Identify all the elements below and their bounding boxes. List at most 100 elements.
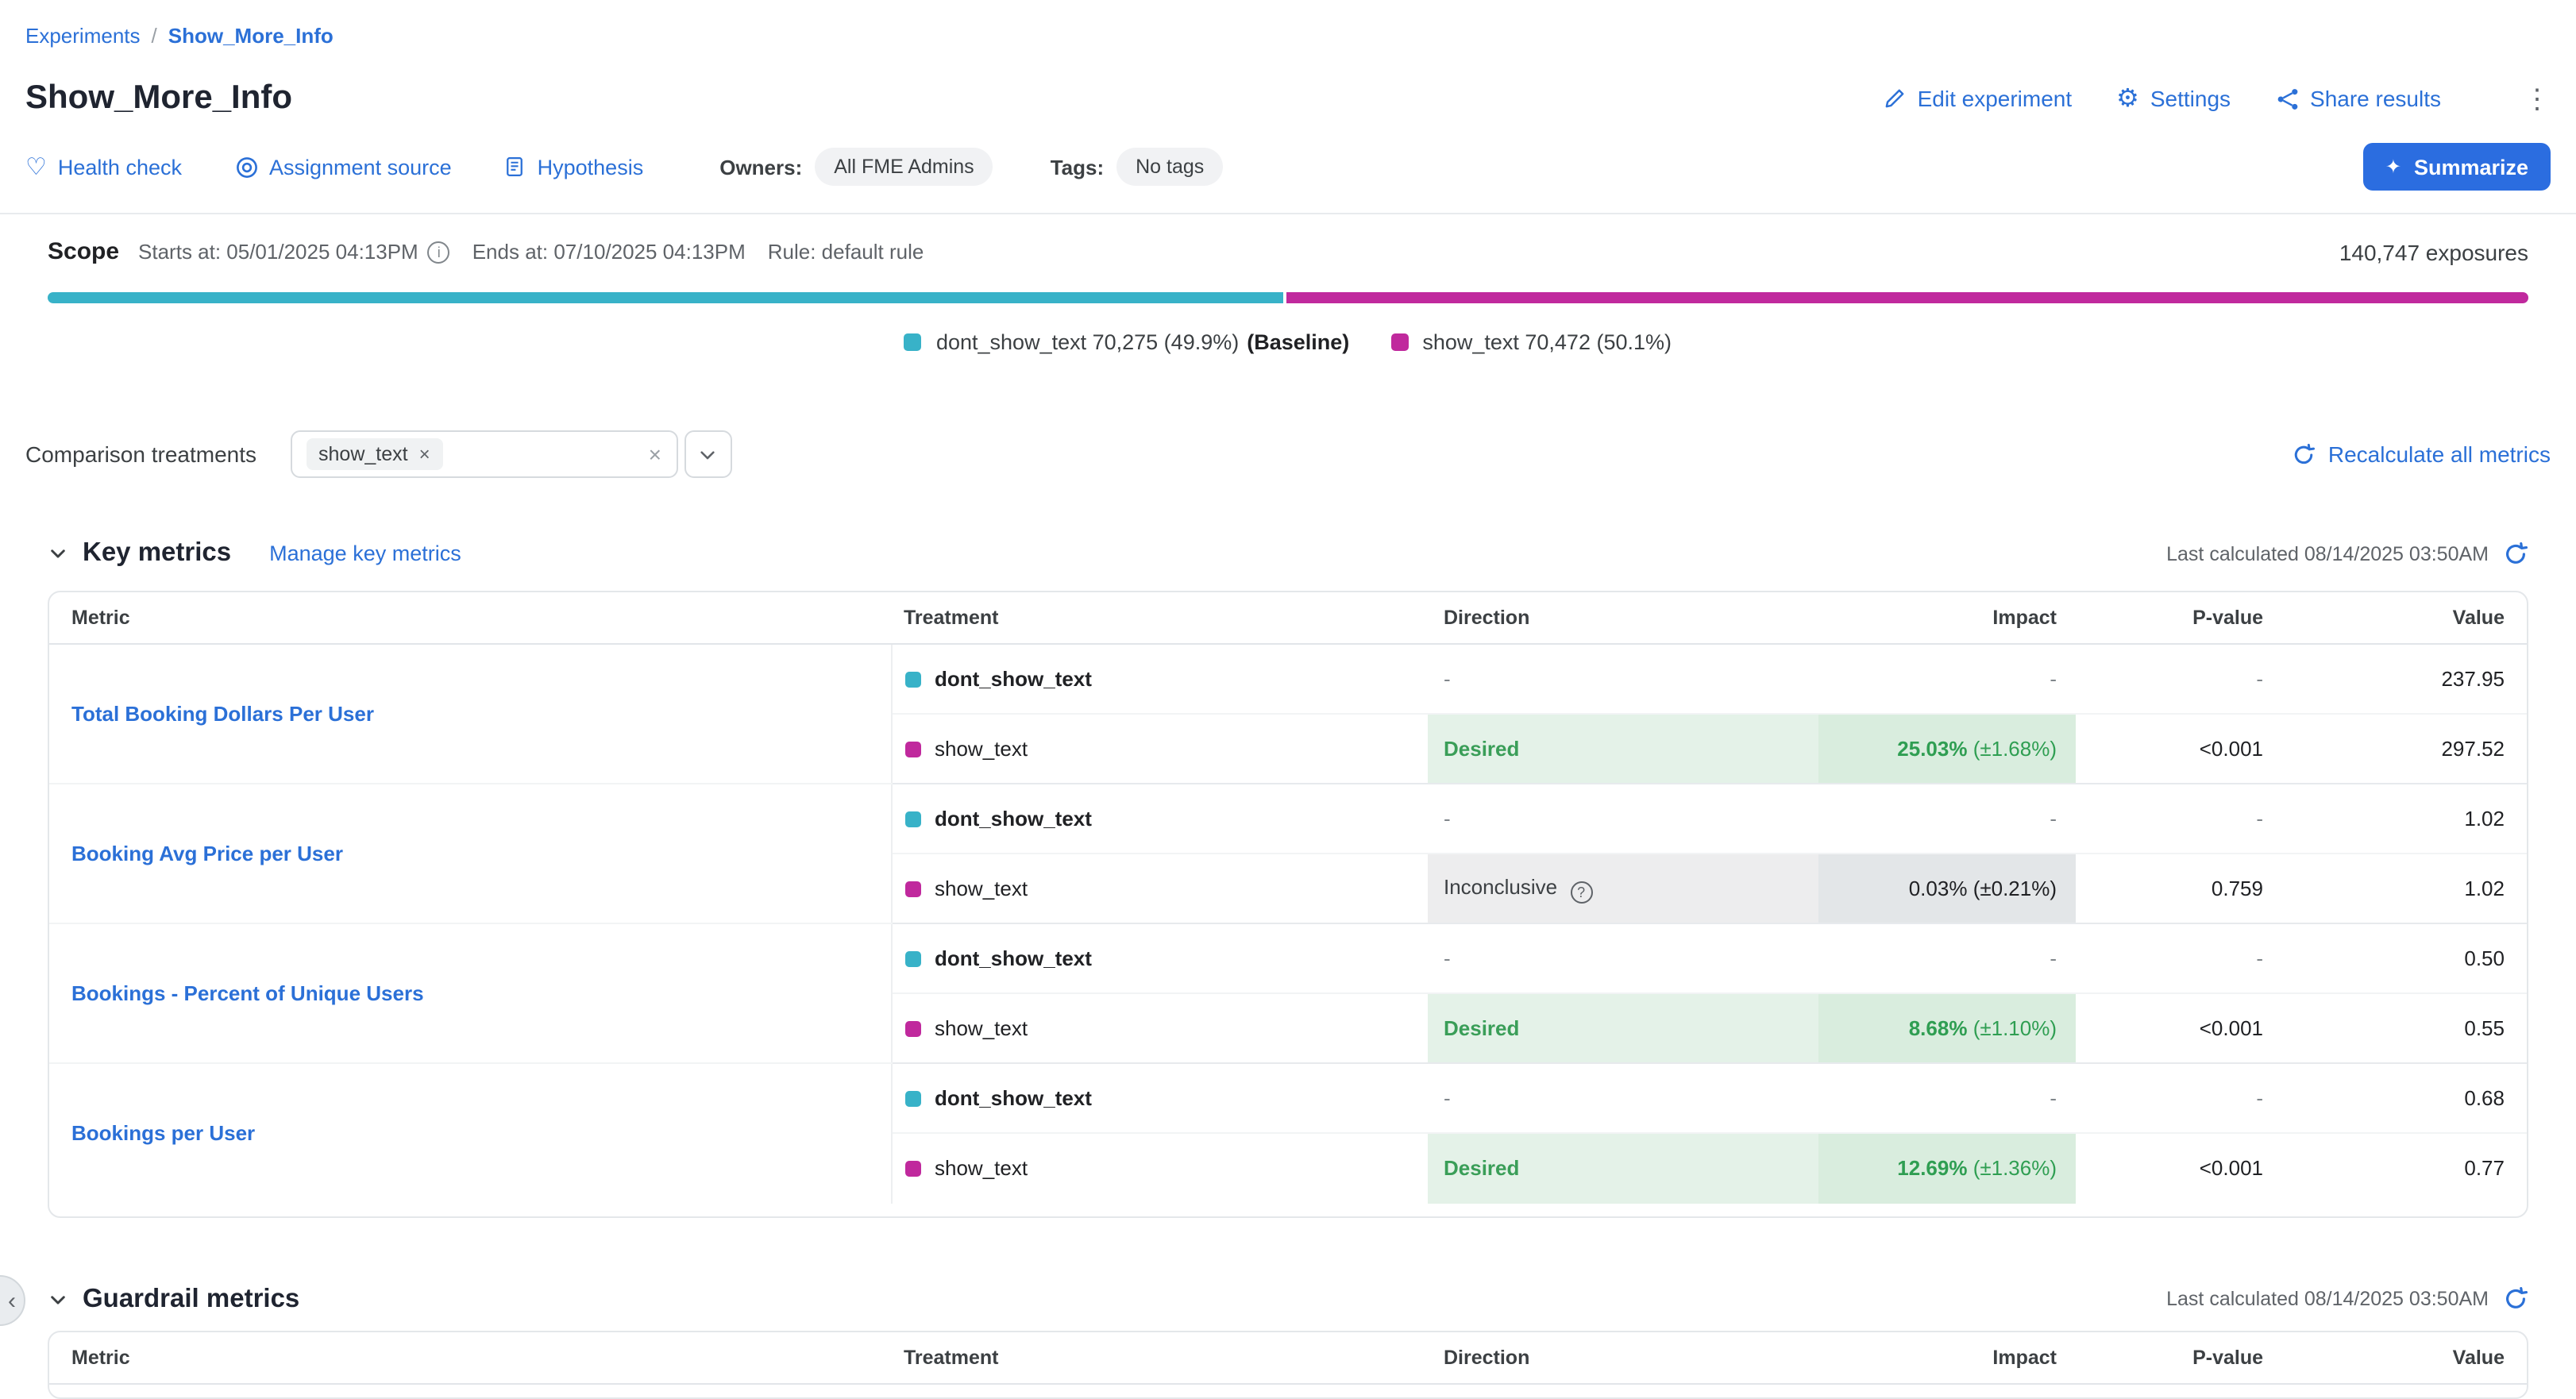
breadcrumb: Experiments / Show_More_Info bbox=[25, 21, 2551, 49]
info-icon[interactable]: i bbox=[428, 241, 450, 263]
metric-link[interactable]: Booking Avg Price per User bbox=[71, 842, 343, 865]
p-value-cell: 0.759 bbox=[2076, 854, 2282, 923]
impact-confidence-interval: (±0.21%) bbox=[1967, 877, 2057, 900]
hypothesis-label: Hypothesis bbox=[538, 155, 644, 179]
impact-value: 12.69% bbox=[1897, 1157, 1967, 1181]
recalculate-all-metrics-button[interactable]: Recalculate all metrics bbox=[2292, 441, 2551, 467]
select-clear-icon[interactable]: × bbox=[649, 443, 661, 465]
side-panel-collapse-handle[interactable]: ‹ bbox=[0, 1275, 25, 1326]
chevron-left-icon: ‹ bbox=[8, 1289, 16, 1312]
metric-link[interactable]: Bookings per User bbox=[71, 1122, 255, 1146]
health-check-link[interactable]: ♡ Health check bbox=[25, 152, 182, 181]
edit-experiment-button[interactable]: Edit experiment bbox=[1884, 86, 2073, 111]
chip-remove-icon[interactable]: × bbox=[419, 445, 430, 464]
treatment-cell: show_text bbox=[891, 854, 1428, 923]
treatment-name: dont_show_text bbox=[935, 807, 1092, 831]
impact-value: 8.68% bbox=[1909, 1016, 1968, 1040]
treatment-cell: dont_show_text bbox=[891, 923, 1428, 993]
metric-name-cell: Total Booking Dollars Per User bbox=[49, 644, 891, 784]
legend-item: show_text 70,472 (50.1%) bbox=[1390, 330, 1672, 354]
p-value-cell: - bbox=[2076, 644, 2282, 714]
recalculate-label: Recalculate all metrics bbox=[2328, 441, 2551, 467]
p-value-cell: - bbox=[2076, 923, 2282, 993]
baseline-tag: (Baseline) bbox=[1247, 330, 1349, 354]
column-header-metric: Metric bbox=[49, 592, 891, 644]
column-header-p-value: P-value bbox=[2076, 592, 2282, 644]
treatment-name: show_text bbox=[935, 1157, 1028, 1181]
scope-title: Scope bbox=[48, 238, 119, 265]
edit-experiment-label: Edit experiment bbox=[1918, 86, 2073, 111]
legend-label: dont_show_text 70,275 (49.9%) bbox=[936, 330, 1239, 354]
assignment-source-label: Assignment source bbox=[269, 155, 452, 179]
treatment-name: dont_show_text bbox=[935, 667, 1092, 691]
direction-label: Desired bbox=[1444, 1016, 1519, 1040]
value-cell: 0.50 bbox=[2282, 923, 2527, 993]
column-header-direction: Direction bbox=[1428, 592, 1818, 644]
help-icon[interactable]: ? bbox=[1570, 881, 1592, 903]
scope-section: Scope Starts at: 05/01/2025 04:13PM i En… bbox=[0, 213, 2576, 354]
treatment-swatch bbox=[904, 811, 920, 827]
column-header-p-value: P-value bbox=[2076, 1332, 2282, 1383]
last-calculated-group: Last calculated 08/14/2025 03:50AM bbox=[2166, 1286, 2528, 1312]
manage-key-metrics-link[interactable]: Manage key metrics bbox=[269, 541, 461, 565]
metric-name-cell: Booking Avg Price per User bbox=[49, 784, 891, 923]
refresh-key-metrics-button[interactable] bbox=[2503, 541, 2528, 566]
collapse-chevron-icon[interactable] bbox=[48, 1289, 68, 1309]
owners-label: Owners: bbox=[719, 155, 802, 179]
p-value-cell: - bbox=[2076, 1063, 2282, 1133]
treatment-swatch bbox=[904, 881, 920, 897]
legend-item: dont_show_text 70,275 (49.9%) (Baseline) bbox=[904, 330, 1349, 354]
key-metrics-header: Key metrics Manage key metrics Last calc… bbox=[25, 538, 2551, 568]
treatment-cell: dont_show_text bbox=[891, 1063, 1428, 1133]
gear-icon: ⚙ bbox=[2116, 83, 2139, 114]
treatment-cell: dont_show_text bbox=[891, 644, 1428, 714]
metric-link[interactable]: Bookings - Percent of Unique Users bbox=[71, 981, 424, 1005]
scope-rule: Rule: default rule bbox=[768, 240, 924, 264]
metric-link[interactable]: Total Booking Dollars Per User bbox=[71, 702, 374, 726]
direction-cell: Desired bbox=[1428, 714, 1818, 784]
select-dropdown-button[interactable] bbox=[684, 430, 731, 478]
breadcrumb-current[interactable]: Show_More_Info bbox=[168, 23, 334, 47]
collapse-chevron-icon[interactable] bbox=[48, 543, 68, 564]
scope-starts-at: Starts at: 05/01/2025 04:13PM i bbox=[138, 240, 450, 264]
treatment-cell: show_text bbox=[891, 993, 1428, 1063]
refresh-guardrail-metrics-button[interactable] bbox=[2503, 1286, 2528, 1312]
comparison-treatments-select[interactable]: show_text × × bbox=[290, 430, 677, 478]
tags-chip[interactable]: No tags bbox=[1116, 148, 1223, 186]
more-options-button[interactable]: ⋮ bbox=[2524, 85, 2551, 112]
assignment-source-link[interactable]: Assignment source bbox=[234, 155, 452, 179]
target-icon bbox=[234, 155, 258, 179]
hypothesis-link[interactable]: Hypothesis bbox=[504, 155, 644, 179]
treatment-swatch bbox=[904, 951, 920, 967]
treatment-swatch bbox=[904, 1091, 920, 1107]
toolbar: ♡ Health check Assignment source Hypothe… bbox=[25, 143, 2551, 191]
settings-button[interactable]: ⚙ Settings bbox=[2116, 83, 2231, 114]
direction-cell: - bbox=[1428, 784, 1818, 854]
column-header-treatment: Treatment bbox=[891, 592, 1428, 644]
scope-row: Scope Starts at: 05/01/2025 04:13PM i En… bbox=[48, 238, 2528, 265]
last-calculated-text: Last calculated 08/14/2025 03:50AM bbox=[2166, 1288, 2489, 1310]
split-bar-segment-dont_show_text bbox=[48, 292, 1284, 303]
impact-cell: - bbox=[1818, 923, 2076, 993]
chevron-down-icon bbox=[697, 444, 718, 464]
split-bar-segment-show_text bbox=[1287, 292, 2528, 303]
direction-cell: Desired bbox=[1428, 993, 1818, 1063]
share-results-button[interactable]: Share results bbox=[2275, 86, 2441, 111]
selected-treatment-label: show_text bbox=[318, 443, 408, 465]
owners-group: Owners: All FME Admins bbox=[719, 148, 993, 186]
value-cell: 0.77 bbox=[2282, 1133, 2527, 1203]
share-icon bbox=[2275, 87, 2299, 110]
refresh-icon bbox=[2292, 442, 2316, 466]
tags-label: Tags: bbox=[1051, 155, 1104, 179]
value-cell: 0.68 bbox=[2282, 1063, 2527, 1133]
guardrail-metrics-header: Guardrail metrics Last calculated 08/14/… bbox=[25, 1284, 2551, 1314]
impact-confidence-interval: (±1.68%) bbox=[1967, 737, 2057, 761]
breadcrumb-experiments[interactable]: Experiments bbox=[25, 23, 141, 47]
p-value-cell: <0.001 bbox=[2076, 714, 2282, 784]
owners-chip[interactable]: All FME Admins bbox=[815, 148, 993, 186]
direction-cell: - bbox=[1428, 1063, 1818, 1133]
summarize-button[interactable]: ✦ Summarize bbox=[2363, 143, 2551, 191]
direction-cell: - bbox=[1428, 644, 1818, 714]
treatment-name: dont_show_text bbox=[935, 1086, 1092, 1110]
selected-treatment-chip[interactable]: show_text × bbox=[306, 438, 443, 470]
